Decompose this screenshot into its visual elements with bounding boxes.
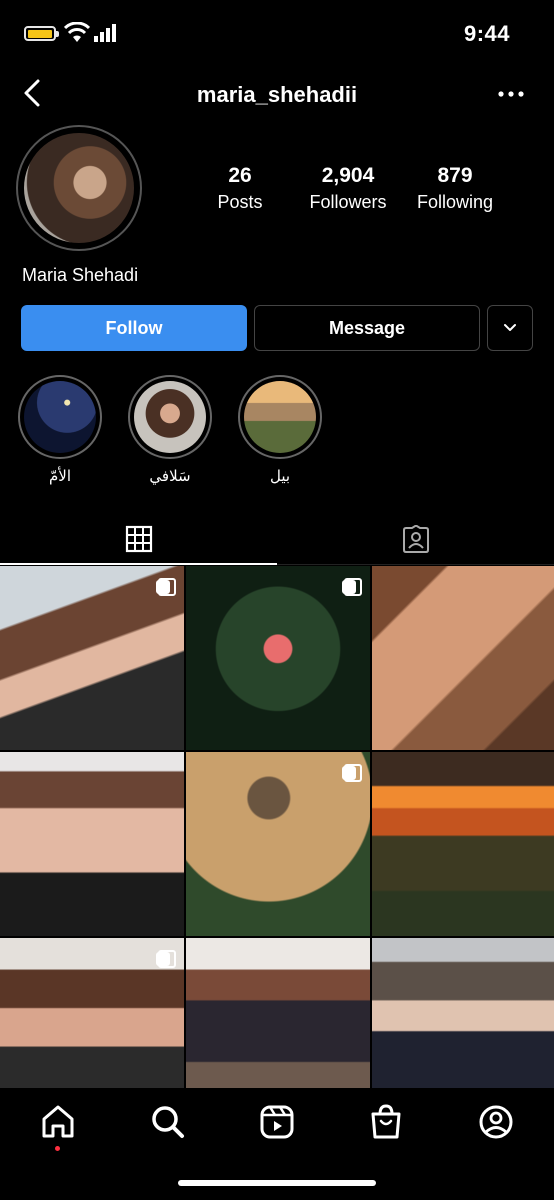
suggested-accounts-button[interactable] xyxy=(487,305,533,351)
highlight-cover xyxy=(24,381,96,453)
posts-value: 26 xyxy=(228,164,252,187)
story-highlight[interactable]: سَلافي xyxy=(128,375,212,485)
signal-icon xyxy=(94,24,116,42)
post-thumbnail[interactable] xyxy=(186,566,370,750)
highlight-cover xyxy=(134,381,206,453)
post-thumbnail[interactable] xyxy=(0,566,184,750)
profile-tabs xyxy=(0,515,554,565)
followers-count[interactable]: 2,904 Followers xyxy=(288,164,408,213)
tab-posts-grid[interactable] xyxy=(0,515,277,565)
following-count[interactable]: 879 Following xyxy=(395,164,515,213)
grid-icon xyxy=(125,525,152,553)
post-thumbnail[interactable] xyxy=(0,752,184,936)
multiple-photos-icon xyxy=(342,574,362,596)
chevron-down-icon xyxy=(504,324,516,331)
highlight-label: سَلافي xyxy=(149,467,191,485)
post-thumbnail[interactable] xyxy=(372,938,554,1088)
profile-header: maria_shehadii xyxy=(0,66,554,124)
story-highlight[interactable]: الأمّ xyxy=(18,375,102,485)
multiple-photos-icon xyxy=(342,760,362,782)
tagged-icon xyxy=(402,524,429,553)
post-thumbnail[interactable] xyxy=(372,566,554,750)
followers-label: Followers xyxy=(309,192,387,212)
avatar xyxy=(24,133,134,243)
tab-tagged[interactable] xyxy=(277,515,554,565)
header-username: maria_shehadii xyxy=(196,82,358,107)
profile-icon[interactable] xyxy=(476,1102,516,1142)
post-thumbnail[interactable] xyxy=(0,938,184,1088)
wifi-icon xyxy=(64,22,90,42)
multiple-photos-icon xyxy=(156,946,176,968)
bottom-navigation xyxy=(0,1088,554,1200)
home-icon[interactable] xyxy=(38,1102,78,1142)
story-highlight[interactable]: بيل xyxy=(238,375,322,485)
home-indicator xyxy=(178,1180,376,1186)
reels-icon[interactable] xyxy=(257,1102,297,1142)
message-button[interactable]: Message xyxy=(254,305,480,351)
posts-label: Posts xyxy=(217,192,263,212)
following-label: Following xyxy=(416,192,494,212)
profile-avatar-ring[interactable] xyxy=(16,125,142,251)
status-time: 9:44 xyxy=(463,21,510,46)
status-bar: 9:44 xyxy=(0,0,554,66)
highlight-cover xyxy=(244,381,316,453)
post-thumbnail[interactable] xyxy=(186,752,370,936)
battery-icon xyxy=(24,26,59,41)
post-thumbnail[interactable] xyxy=(372,752,554,936)
profile-full-name: Maria Shehadi xyxy=(22,265,139,285)
more-options-icon[interactable] xyxy=(496,82,526,106)
follow-button[interactable]: Follow xyxy=(21,305,247,351)
highlight-label: الأمّ xyxy=(48,467,71,485)
multiple-photos-icon xyxy=(156,574,176,596)
posts-count[interactable]: 26 Posts xyxy=(180,164,300,213)
post-thumbnail[interactable] xyxy=(186,938,370,1088)
search-icon[interactable] xyxy=(148,1102,188,1142)
posts-grid xyxy=(0,566,554,1088)
notification-dot xyxy=(55,1146,60,1151)
following-value: 879 xyxy=(437,164,473,187)
followers-value: 2,904 xyxy=(321,164,375,187)
shop-icon[interactable] xyxy=(366,1102,406,1142)
highlight-label: بيل xyxy=(269,467,291,485)
